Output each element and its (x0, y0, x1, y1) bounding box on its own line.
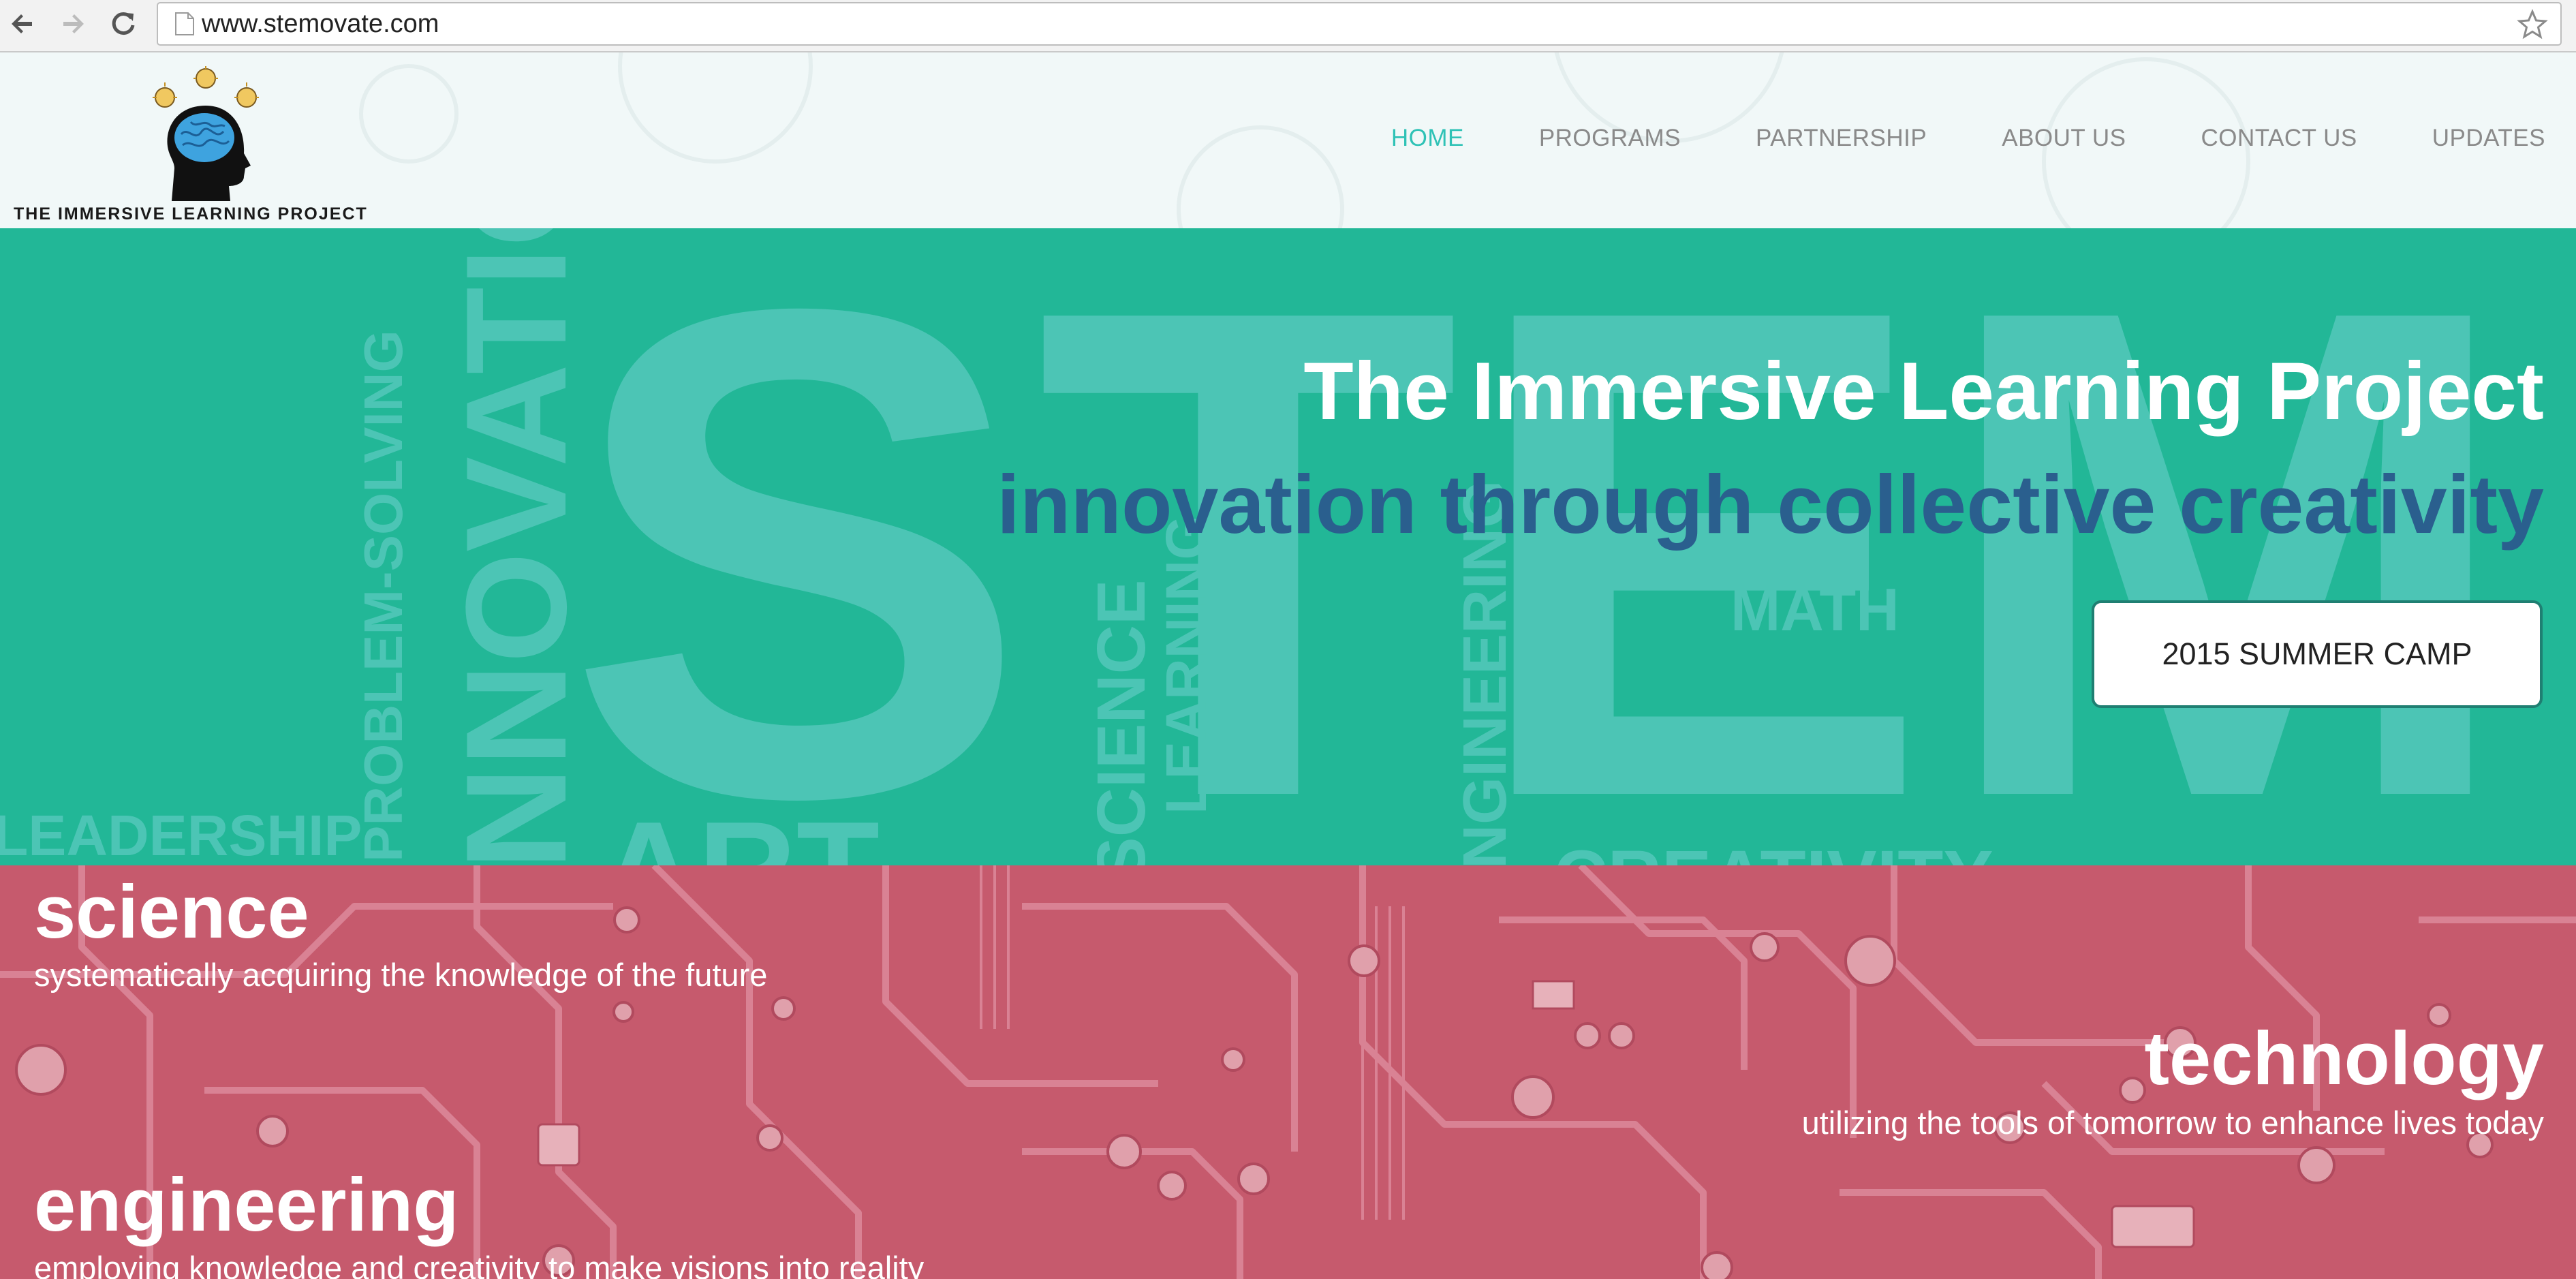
bg-word-math: MATH (1731, 576, 1899, 643)
topic-technology-title: technology (2144, 1017, 2544, 1100)
site-logo[interactable]: THE IMMERSIVE LEARNING PROJECT (14, 66, 395, 227)
main-navigation: HOME PROGRAMS PARTNERSHIP ABOUT US CONTA… (1316, 125, 2545, 152)
summer-camp-button[interactable]: 2015 SUMMER CAMP (2092, 600, 2543, 708)
bg-word-learning: LEARNING (1154, 515, 1218, 814)
reload-icon (112, 12, 135, 35)
topic-technology-description: utilizing the tools of tomorrow to enhan… (1801, 1105, 2544, 1141)
page-icon (175, 12, 194, 35)
site-header: THE IMMERSIVE LEARNING PROJECT HOME PROG… (0, 52, 2576, 228)
nav-updates[interactable]: UPDATES (2432, 125, 2545, 152)
bg-word-science: SCIENCE (1083, 579, 1160, 865)
topic-engineering-description: employing knowledge and creativity to ma… (34, 1250, 925, 1279)
bg-word-art: ART (600, 794, 880, 865)
logo-text: THE IMMERSIVE LEARNING PROJECT (14, 204, 368, 224)
topic-science-title: science (34, 870, 309, 954)
nav-partnership[interactable]: PARTNERSHIP (1756, 125, 1927, 152)
hero-banner: STEM INNOVATION PROBLEM-SOLVING LEADERSH… (0, 228, 2576, 865)
brain-head-icon (153, 66, 259, 201)
stem-topics-section: science systematically acquiring the kno… (0, 865, 2576, 1279)
nav-contact-us[interactable]: CONTACT US (2201, 125, 2357, 152)
bg-word-innovation: INNOVATION (436, 228, 596, 865)
topic-engineering-title: engineering (34, 1163, 459, 1247)
page: www.stemovate.com THE IMMERSIVE LEARNING… (0, 0, 2576, 1279)
forward-arrow-icon (63, 14, 84, 33)
bg-word-problem-solving: PROBLEM-SOLVING (353, 330, 414, 862)
star-icon[interactable] (2517, 9, 2548, 40)
bg-word-leadership: LEADERSHIP (0, 803, 362, 865)
hero-title: The Immersive Learning Project (1303, 345, 2544, 437)
reload-button[interactable] (106, 7, 140, 41)
back-button[interactable] (5, 7, 40, 41)
hero-subtitle: innovation through collective creativity (997, 458, 2544, 551)
topic-science-description: systematically acquiring the knowledge o… (34, 957, 768, 993)
back-arrow-icon (12, 14, 32, 33)
nav-programs[interactable]: PROGRAMS (1539, 125, 1681, 152)
nav-home[interactable]: HOME (1391, 125, 1464, 152)
browser-toolbar: www.stemovate.com (0, 0, 2576, 52)
forward-button[interactable] (56, 7, 90, 41)
bg-word-creativity: CREATIVITY (1553, 835, 1993, 865)
url-text: www.stemovate.com (202, 10, 439, 38)
address-bar[interactable]: www.stemovate.com (157, 2, 2562, 46)
nav-about-us[interactable]: ABOUT US (2002, 125, 2126, 152)
